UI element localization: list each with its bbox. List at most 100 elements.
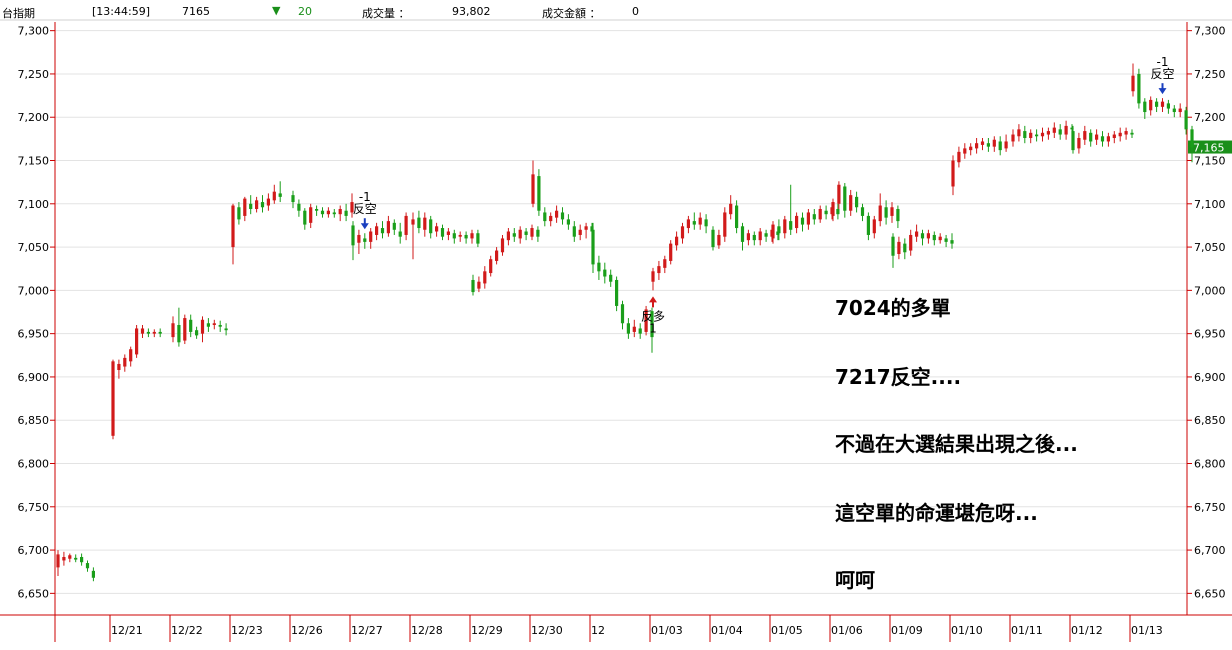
candle (452, 229, 456, 244)
candle-body (309, 207, 313, 223)
candle-body (771, 224, 775, 239)
candle (1046, 127, 1050, 140)
candle (435, 222, 439, 237)
candle-body (663, 259, 667, 268)
candle (500, 234, 505, 256)
candle (117, 359, 121, 379)
y-tick-label-left: 7,050 (18, 241, 50, 254)
candle-body (543, 212, 547, 222)
x-tick-label: 01/04 (711, 624, 743, 637)
candle (440, 224, 445, 241)
candle (806, 208, 810, 230)
candle (1178, 103, 1182, 118)
candle-body (704, 219, 708, 227)
candle-body (146, 331, 150, 334)
x-tick-label: 12/30 (531, 624, 563, 637)
candle-body (998, 141, 1002, 151)
candle-body (152, 331, 156, 334)
candle (855, 191, 859, 213)
candle (1058, 124, 1062, 140)
candle-body (603, 269, 607, 277)
candle (795, 212, 799, 234)
candle (735, 200, 739, 234)
candle-body (723, 212, 727, 237)
candle-body (369, 231, 373, 242)
candle-body (452, 233, 456, 239)
candle (404, 212, 408, 241)
candle (471, 274, 475, 296)
candle-body (338, 208, 342, 215)
candle-body (1011, 134, 1015, 142)
candle-body (783, 219, 787, 234)
candle (1112, 131, 1116, 144)
candle-body (1112, 134, 1116, 139)
candle-body (140, 328, 145, 334)
candle (1095, 129, 1099, 145)
x-tick-label: 01/06 (831, 624, 863, 637)
candle-body (446, 231, 450, 235)
candle-body (903, 243, 907, 253)
candle (897, 236, 901, 260)
candle-body (1077, 138, 1081, 149)
candle-body (177, 324, 181, 343)
candle-body (74, 557, 78, 560)
candle (212, 319, 216, 330)
candle-body (471, 279, 475, 293)
candle-body (344, 210, 348, 216)
candle-body (758, 231, 762, 241)
candle-body (860, 207, 865, 216)
candle-body (243, 198, 247, 216)
candle (255, 196, 259, 213)
candle (1040, 127, 1045, 142)
candle-body (555, 210, 559, 218)
candle-body (855, 196, 859, 208)
candle-body (398, 231, 402, 237)
candle-body (591, 229, 595, 265)
candle-body (255, 200, 259, 209)
candle (375, 222, 379, 241)
candle (1130, 129, 1134, 139)
candle-body (584, 226, 588, 230)
candle (1077, 132, 1081, 154)
candle (1155, 98, 1159, 113)
x-tick-label: 12/26 (291, 624, 323, 637)
candle (531, 160, 535, 208)
candle-body (440, 228, 445, 237)
candle-body (218, 324, 222, 327)
candle-body (1023, 131, 1027, 139)
candle-body (1035, 134, 1039, 137)
candle-body (578, 229, 582, 235)
candle (291, 190, 295, 209)
candle-body (320, 210, 325, 215)
y-tick-label-left: 6,700 (18, 544, 50, 557)
candle-body (795, 215, 799, 229)
candle (1052, 122, 1056, 139)
candlestick-chart: 6,650 6,650 6,700 6,700 6,750 6,750 6,800 6,800… (0, 19, 1232, 642)
y-tick-label-left: 7,100 (18, 198, 50, 211)
candle (56, 550, 60, 577)
y-tick-label-right: 6,750 (1194, 501, 1226, 514)
y-tick-label-right: 6,650 (1194, 587, 1226, 600)
candle (320, 207, 325, 218)
trade-annotations: -1反空反多1-1反空 (353, 55, 1175, 335)
candle (1083, 125, 1087, 145)
candle (626, 318, 630, 339)
candle-body (278, 193, 282, 197)
candle-body (537, 176, 541, 211)
candle (123, 354, 127, 372)
candle (386, 215, 390, 237)
candle-body (404, 215, 408, 235)
candle (669, 240, 673, 265)
candle (537, 169, 541, 216)
candle-body (326, 210, 330, 215)
candle-body (158, 331, 162, 334)
candle (963, 143, 967, 159)
candle-body (915, 231, 919, 237)
candle (140, 324, 145, 338)
commentary-line: 7024的多單 (835, 296, 951, 320)
commentary-line: 7217反空.... (835, 365, 961, 389)
candle (711, 226, 715, 251)
candle (549, 212, 553, 227)
candle (530, 224, 534, 241)
candle-body (530, 228, 534, 237)
